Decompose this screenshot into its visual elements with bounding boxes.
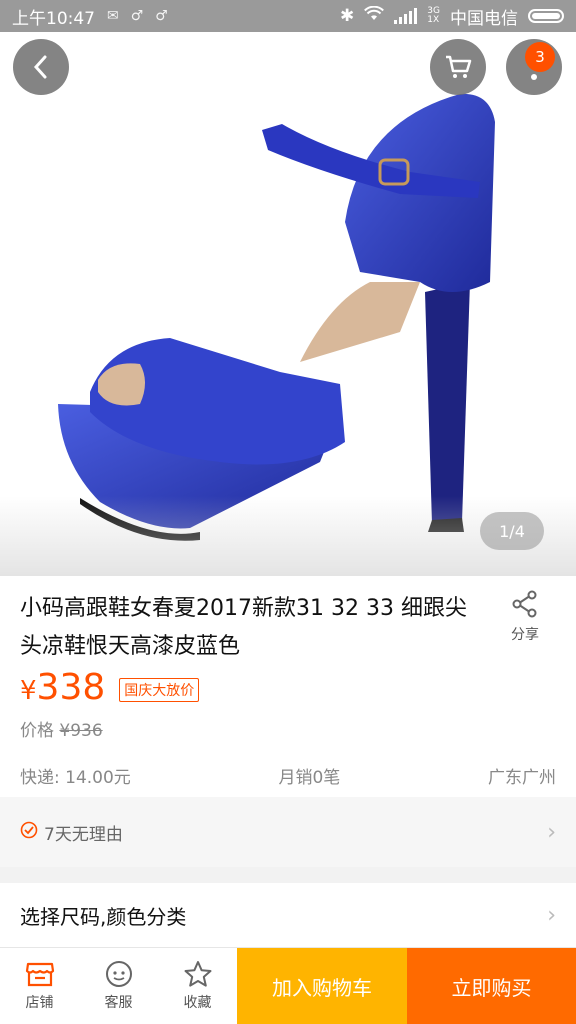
seller-location: 广东广州	[487, 768, 556, 788]
promo-tag: 国庆大放价	[119, 677, 200, 702]
service-label: 客服	[104, 995, 133, 1011]
store-icon	[25, 962, 54, 987]
customer-service-icon	[105, 961, 132, 987]
back-button[interactable]	[13, 39, 69, 95]
bluetooth-icon: ✱	[340, 6, 355, 26]
product-title: 小码高跟鞋女春夏2017新款31 32 33 细跟尖头凉鞋恨天高漆皮蓝色	[20, 596, 467, 659]
cart-button[interactable]	[430, 39, 486, 95]
notification-icon: ♂	[155, 8, 168, 24]
network-type: 3G 1X	[427, 6, 440, 25]
guarantee-text: 7天无理由	[44, 824, 123, 845]
image-pager: 1/4	[480, 512, 544, 550]
product-image-gallery[interactable]: 3 1/4	[0, 32, 576, 576]
status-time: 上午10:47	[12, 8, 95, 29]
favorite-label: 收藏	[183, 995, 212, 1011]
notification-icon: ♂	[130, 8, 144, 24]
status-bar: 上午10:47 ✉ ♂ ♂ ✱ 3G 1X 中国电信	[0, 0, 576, 32]
store-label: 店铺	[25, 995, 54, 1011]
carrier-name: 中国电信	[450, 8, 518, 29]
chevron-left-icon	[33, 55, 47, 79]
current-price: ¥338	[20, 667, 106, 708]
service-button[interactable]: 客服	[79, 948, 158, 1024]
share-button[interactable]: 分享	[500, 590, 550, 644]
battery-icon	[528, 9, 564, 23]
share-icon	[512, 590, 537, 618]
chevron-right-icon: ›	[547, 819, 556, 845]
favorite-button[interactable]: 收藏	[158, 948, 237, 1024]
wifi-icon	[364, 5, 385, 27]
notification-icon: ✉	[107, 8, 119, 24]
select-size-color[interactable]: 选择尺码,颜色分类 ›	[0, 883, 576, 947]
monthly-sales: 月销0笔	[278, 768, 341, 788]
guarantee-row[interactable]: 7天无理由 ›	[0, 797, 576, 867]
share-label: 分享	[511, 627, 539, 643]
chevron-right-icon: ›	[547, 902, 556, 928]
add-to-cart-button[interactable]: 加入购物车	[237, 948, 407, 1024]
signal-icon	[394, 8, 418, 24]
original-price: 价格 ¥936	[20, 721, 103, 741]
store-button[interactable]: 店铺	[0, 948, 79, 1024]
select-options-label: 选择尺码,颜色分类	[20, 904, 187, 929]
meta-row: 快递: 14.00元 月销0笔 广东广州	[20, 763, 556, 788]
notification-badge: 3	[525, 42, 555, 72]
star-icon	[184, 961, 211, 987]
product-info: 小码高跟鞋女春夏2017新款31 32 33 细跟尖头凉鞋恨天高漆皮蓝色 分享 …	[0, 576, 576, 797]
cart-icon	[446, 55, 472, 78]
buy-now-button[interactable]: 立即购买	[407, 948, 576, 1024]
shipping-fee: 快递: 14.00元	[20, 768, 131, 788]
check-circle-icon	[20, 821, 38, 843]
bottom-action-bar: 店铺 客服 收藏 加入购物车 立即购买	[0, 947, 576, 1024]
product-image	[58, 93, 495, 541]
price-row: ¥338 国庆大放价	[20, 667, 200, 711]
